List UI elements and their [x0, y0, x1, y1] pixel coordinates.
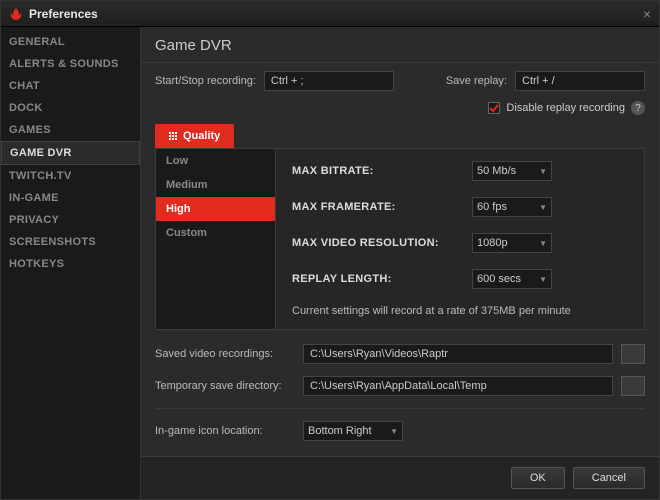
- sidebar-item-hotkeys[interactable]: HOTKEYS: [1, 253, 140, 275]
- sidebar-item-screenshots[interactable]: SCREENSHOTS: [1, 231, 140, 253]
- window-body: GENERAL ALERTS & SOUNDS CHAT DOCK GAMES …: [1, 27, 659, 499]
- sidebar-item-game-dvr[interactable]: GAME DVR: [1, 141, 140, 165]
- app-flame-icon: [9, 7, 23, 21]
- tab-label: Quality: [183, 130, 220, 142]
- cancel-button[interactable]: Cancel: [573, 467, 645, 489]
- chevron-down-icon: ▼: [539, 167, 547, 176]
- start-stop-label: Start/Stop recording:: [155, 75, 256, 87]
- chevron-down-icon: ▼: [539, 275, 547, 284]
- preferences-window: Preferences × GENERAL ALERTS & SOUNDS CH…: [0, 0, 660, 500]
- sidebar-item-privacy[interactable]: PRIVACY: [1, 209, 140, 231]
- sidebar-item-general[interactable]: GENERAL: [1, 31, 140, 53]
- main-panel: Game DVR Start/Stop recording: Save repl…: [141, 27, 659, 499]
- divider: [155, 408, 645, 409]
- resolution-label: MAX VIDEO RESOLUTION:: [292, 237, 472, 249]
- save-replay-input[interactable]: [515, 71, 645, 91]
- chevron-down-icon: ▼: [390, 427, 398, 436]
- rate-note: Current settings will record at a rate o…: [292, 305, 628, 317]
- titlebar: Preferences ×: [1, 1, 659, 27]
- sidebar-item-chat[interactable]: CHAT: [1, 75, 140, 97]
- bitrate-select[interactable]: 50 Mb/s▼: [472, 161, 552, 181]
- tab-bar: Quality: [141, 121, 659, 148]
- hotkey-row: Start/Stop recording: Save replay:: [141, 63, 659, 99]
- quality-custom[interactable]: Custom: [156, 221, 275, 245]
- framerate-label: MAX FRAMERATE:: [292, 201, 472, 213]
- saved-path-browse-button[interactable]: [621, 344, 645, 364]
- bitrate-label: MAX BITRATE:: [292, 165, 472, 177]
- save-replay-label: Save replay:: [446, 75, 507, 87]
- sidebar-item-dock[interactable]: DOCK: [1, 97, 140, 119]
- disable-replay-checkbox[interactable]: [488, 102, 500, 114]
- icon-location-row: In-game icon location: Bottom Right▼: [141, 415, 659, 447]
- page-header: Game DVR: [141, 27, 659, 63]
- quality-list: Low Medium High Custom: [156, 149, 276, 329]
- close-icon[interactable]: ×: [643, 6, 651, 22]
- chevron-down-icon: ▼: [539, 239, 547, 248]
- sidebar-item-games[interactable]: GAMES: [1, 119, 140, 141]
- quality-low[interactable]: Low: [156, 149, 275, 173]
- temp-path-label: Temporary save directory:: [155, 380, 295, 392]
- resolution-select[interactable]: 1080p▼: [472, 233, 552, 253]
- chevron-down-icon: ▼: [539, 203, 547, 212]
- page-title: Game DVR: [155, 37, 645, 54]
- ok-button[interactable]: OK: [511, 467, 565, 489]
- quality-panel: Low Medium High Custom MAX BITRATE: 50 M…: [155, 148, 645, 330]
- sidebar: GENERAL ALERTS & SOUNDS CHAT DOCK GAMES …: [1, 27, 141, 499]
- temp-path-browse-button[interactable]: [621, 376, 645, 396]
- sidebar-item-in-game[interactable]: IN-GAME: [1, 187, 140, 209]
- disable-replay-label: Disable replay recording: [506, 102, 625, 114]
- quality-settings: MAX BITRATE: 50 Mb/s▼ MAX FRAMERATE: 60 …: [276, 149, 644, 329]
- temp-path-input[interactable]: [303, 376, 613, 396]
- quality-grid-icon: [169, 132, 177, 140]
- icon-location-label: In-game icon location:: [155, 425, 295, 437]
- start-stop-input[interactable]: [264, 71, 394, 91]
- quality-high[interactable]: High: [156, 197, 275, 221]
- sidebar-item-twitch[interactable]: TWITCH.TV: [1, 165, 140, 187]
- footer: OK Cancel: [141, 456, 659, 499]
- disable-replay-row: Disable replay recording ?: [141, 99, 659, 121]
- replay-length-label: REPLAY LENGTH:: [292, 273, 472, 285]
- saved-path-input[interactable]: [303, 344, 613, 364]
- saved-path-row: Saved video recordings:: [141, 338, 659, 370]
- tab-quality[interactable]: Quality: [155, 124, 234, 148]
- icon-location-select[interactable]: Bottom Right▼: [303, 421, 403, 441]
- quality-medium[interactable]: Medium: [156, 173, 275, 197]
- replay-length-select[interactable]: 600 secs▼: [472, 269, 552, 289]
- framerate-select[interactable]: 60 fps▼: [472, 197, 552, 217]
- saved-path-label: Saved video recordings:: [155, 348, 295, 360]
- temp-path-row: Temporary save directory:: [141, 370, 659, 402]
- help-icon[interactable]: ?: [631, 101, 645, 115]
- window-title: Preferences: [29, 7, 98, 21]
- sidebar-item-alerts[interactable]: ALERTS & SOUNDS: [1, 53, 140, 75]
